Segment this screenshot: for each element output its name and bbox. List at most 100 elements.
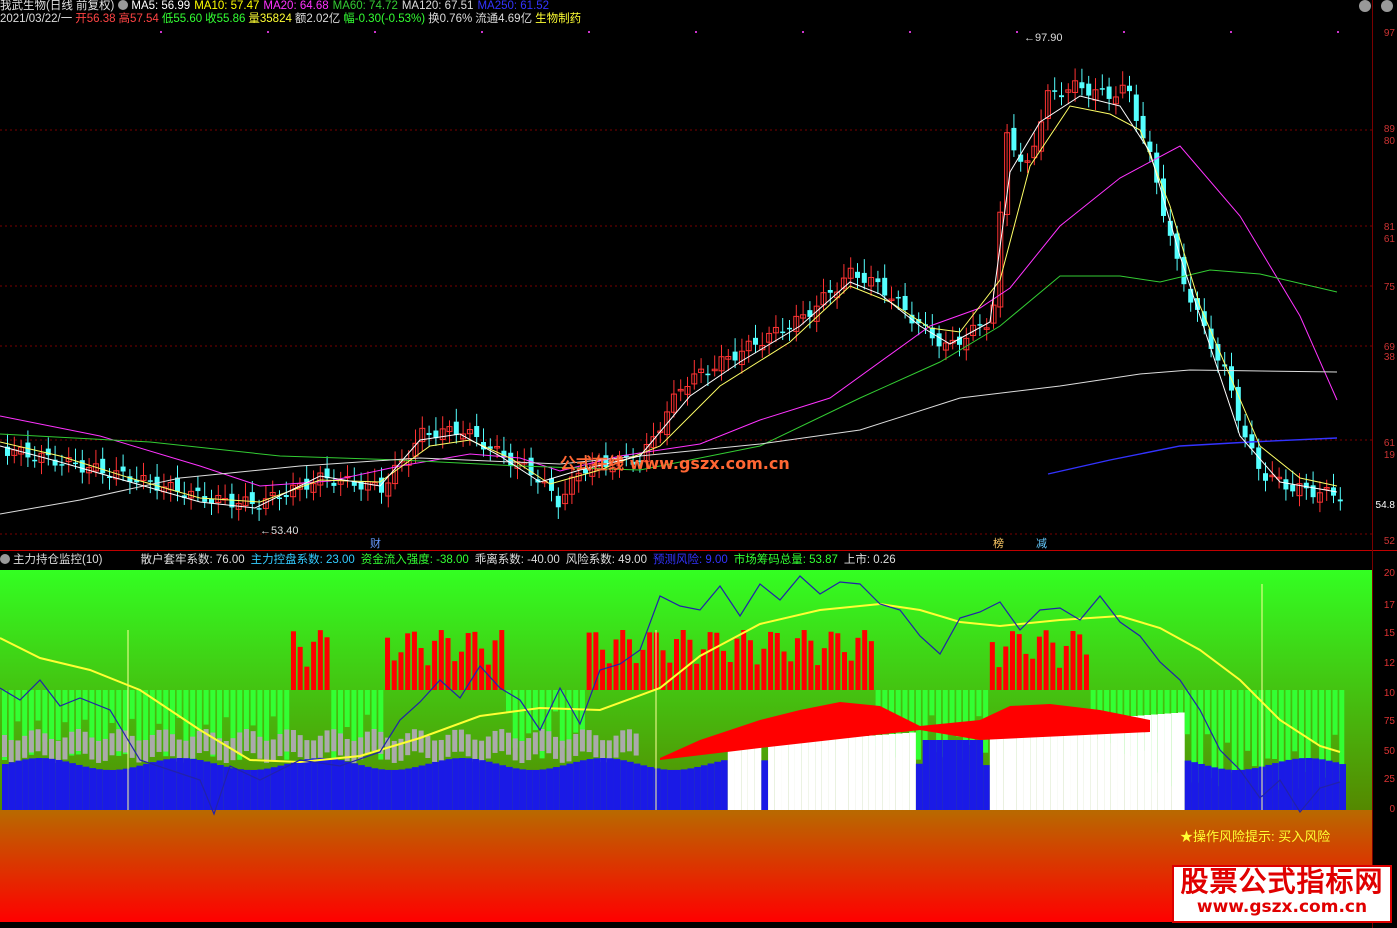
histogram-bar bbox=[559, 690, 565, 749]
stock-title[interactable]: 我武生物(日线 前复权) bbox=[0, 0, 114, 12]
holding-bar bbox=[149, 734, 155, 757]
base-bar bbox=[391, 769, 399, 810]
histogram-bar bbox=[129, 690, 135, 719]
histogram-bar bbox=[1292, 690, 1298, 752]
indicator-axis-label: 25 bbox=[1383, 774, 1395, 785]
candle-body bbox=[120, 466, 126, 472]
candle-body bbox=[59, 464, 65, 466]
base-bar bbox=[768, 743, 775, 810]
holding-bar bbox=[49, 738, 55, 761]
histogram-bar bbox=[680, 630, 686, 690]
base-bar bbox=[593, 758, 601, 810]
histogram-bar bbox=[640, 649, 646, 690]
ma-list: MA5: 56.99 MA10: 57.47 MA20: 64.68 MA60: 74… bbox=[131, 0, 553, 12]
histogram-bar bbox=[1036, 636, 1042, 690]
grid-dot bbox=[267, 31, 269, 33]
histogram-bar bbox=[727, 661, 733, 690]
holding-bar bbox=[42, 733, 48, 756]
candle-body bbox=[1140, 115, 1146, 139]
holding-bar bbox=[156, 729, 162, 752]
base-bar bbox=[909, 732, 916, 810]
date-axis bbox=[0, 922, 1372, 928]
histogram-bar bbox=[82, 690, 88, 720]
holding-bar bbox=[35, 729, 41, 752]
candle-body bbox=[45, 448, 51, 456]
base-bar bbox=[875, 735, 883, 810]
indicator-title[interactable]: 主力持仓监控(10) bbox=[13, 554, 102, 566]
indicator-axis-label: 15 bbox=[1383, 628, 1395, 639]
indicator-field-6: 市场筹码总量: 53.87 bbox=[733, 554, 838, 566]
histogram-bar bbox=[996, 667, 1002, 690]
holding-bar bbox=[89, 737, 95, 760]
indicator-chart[interactable] bbox=[0, 570, 1372, 922]
histogram-bar bbox=[136, 690, 142, 744]
base-bar bbox=[647, 767, 654, 810]
histogram-bar bbox=[344, 690, 350, 727]
candle-body bbox=[32, 459, 38, 462]
indicator-field-4: 风险系数: 49.00 bbox=[565, 554, 647, 566]
histogram-bar bbox=[828, 631, 834, 690]
candlestick-chart[interactable]: ←97.90 ←53.40 公式在线 www.gszx.com.cn 财 榜 减 bbox=[0, 26, 1372, 550]
base-bar bbox=[1198, 763, 1205, 810]
base-bar bbox=[1319, 759, 1326, 810]
histogram-bar bbox=[445, 638, 451, 690]
candle-body bbox=[855, 271, 860, 278]
histogram-bar bbox=[364, 690, 370, 715]
holding-bar bbox=[102, 738, 108, 761]
base-bar bbox=[1204, 765, 1212, 810]
price-axis-label: 52 bbox=[1383, 536, 1395, 547]
histogram-bar bbox=[324, 637, 330, 690]
candle-body bbox=[277, 497, 282, 500]
ma120-line bbox=[0, 369, 1338, 515]
candle-body bbox=[827, 289, 833, 293]
base-bar bbox=[761, 760, 769, 810]
base-bar bbox=[969, 740, 977, 810]
gear-icon[interactable] bbox=[118, 0, 129, 10]
base-bar bbox=[89, 768, 97, 810]
holding-bar bbox=[445, 734, 451, 757]
base-bar bbox=[922, 740, 930, 810]
grid-dot bbox=[481, 31, 483, 33]
base-bar bbox=[1151, 714, 1158, 810]
brand-url: www.gszx.com.cn bbox=[1196, 897, 1368, 917]
base-bar bbox=[586, 759, 594, 810]
base-bar bbox=[727, 746, 735, 810]
base-bar bbox=[915, 763, 923, 810]
base-bar bbox=[747, 744, 755, 810]
quote-field-7: 幅-0.30(-0.53%) bbox=[343, 13, 426, 25]
holding-bar bbox=[506, 732, 511, 755]
histogram-bar bbox=[270, 690, 276, 717]
histogram-bar bbox=[338, 690, 343, 737]
histogram-bar bbox=[835, 633, 841, 690]
price-axis[interactable]: 97 89 80 81 61 75 69 38 61 19 54.8 52 20 17 15 12 10 75 50… bbox=[1372, 0, 1397, 928]
base-bar bbox=[714, 761, 722, 810]
base-bar bbox=[707, 763, 715, 810]
base-bar bbox=[445, 759, 453, 810]
base-bar bbox=[889, 734, 896, 810]
grid-dot bbox=[1123, 31, 1125, 33]
pane-divider[interactable] bbox=[0, 550, 1397, 551]
holding-bar bbox=[8, 740, 14, 763]
histogram-bar bbox=[647, 632, 653, 690]
histogram-bar bbox=[573, 690, 579, 733]
gear-icon[interactable] bbox=[0, 554, 10, 564]
histogram-bar bbox=[821, 648, 827, 690]
candle-body bbox=[195, 487, 201, 492]
base-bar bbox=[700, 765, 708, 810]
restore-icon[interactable] bbox=[1359, 0, 1371, 12]
candle-body bbox=[1079, 82, 1085, 89]
holding-bar bbox=[492, 730, 498, 753]
price-axis-label: 61 bbox=[1383, 234, 1395, 245]
price-axis-label: 61 bbox=[1383, 438, 1395, 449]
histogram-bar bbox=[398, 652, 404, 690]
base-bar bbox=[694, 766, 701, 810]
histogram-bar bbox=[102, 690, 108, 740]
base-bar bbox=[674, 769, 681, 810]
histogram-bar bbox=[304, 666, 310, 690]
histogram-bar bbox=[976, 690, 982, 717]
base-bar bbox=[438, 760, 446, 810]
base-bar bbox=[398, 769, 406, 810]
holding-bar bbox=[257, 736, 263, 759]
price-axis-label: 80 bbox=[1383, 136, 1395, 147]
base-bar bbox=[539, 769, 547, 810]
